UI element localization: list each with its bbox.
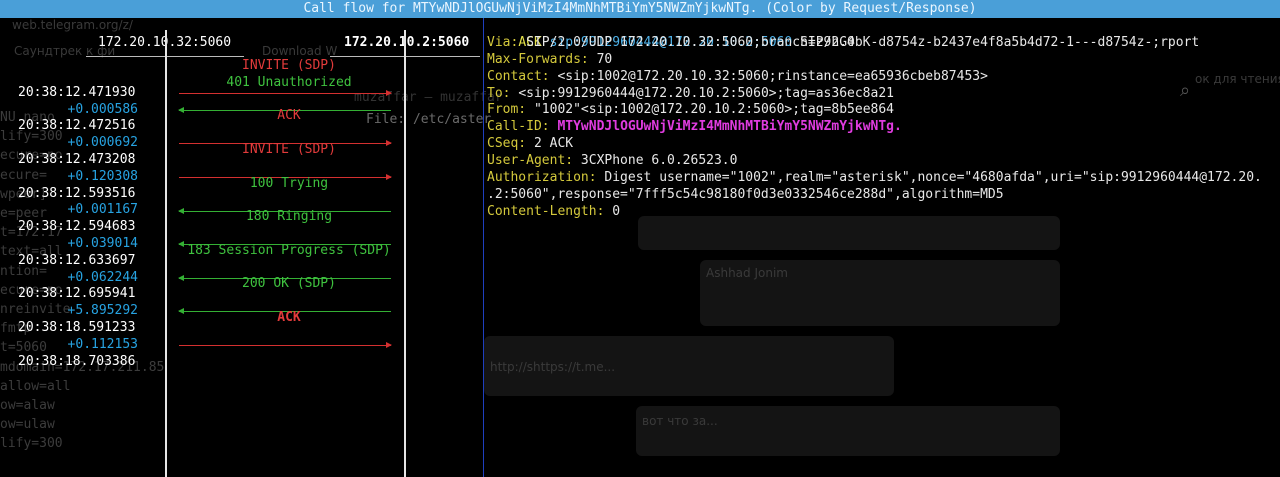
timestamp: 20:38:12.473208 (18, 152, 136, 167)
bg-config-line: ow=ulaw (0, 417, 55, 433)
header-value: 0 (612, 203, 621, 219)
bg-bookmark: Download W (262, 44, 338, 58)
header-value: Digest username="1002",realm="asterisk",… (604, 170, 1262, 186)
timestamp: 20:38:18.591233 (18, 320, 136, 335)
lifeline-left (165, 30, 167, 477)
bg-config-line: ow=alaw (0, 398, 55, 413)
sip-header: Content-Length: 0 (487, 204, 1277, 221)
sip-header: Via: SIP/2.0/UDP 172.20.10.32:5060;branc… (487, 35, 1277, 52)
start-line: ACK sip:9912960444@172.20.10.2:5060 SIP/… (487, 18, 1277, 50)
header-name: Max-Forwards: (487, 51, 589, 67)
sip-header: To: <sip:9912960444@172.20.10.2:5060>;ta… (487, 86, 1277, 103)
request-label[interactable]: ACK (170, 310, 408, 325)
header-value: "1002"<sip:1002@172.20.10.2:5060>;tag=8b… (533, 102, 894, 118)
sip-header: Call-ID: MTYwNDJlOGUwNjViMzI4MmNhMTBiYmY… (487, 119, 1277, 136)
header-name: To: (487, 85, 511, 101)
header-name: Content-Length: (487, 203, 605, 219)
timestamp: 20:38:12.594683 (18, 219, 136, 235)
pane-divider (483, 18, 484, 477)
sip-header: CSeq: 2 ACK (487, 136, 1277, 153)
timestamp: 20:38:12.593516 (18, 185, 136, 201)
timestamp: 20:38:12.695941 (18, 286, 136, 302)
sip-headers: Via: SIP/2.0/UDP 172.20.10.32:5060;branc… (487, 35, 1277, 221)
time-delta: +0.000692 (67, 135, 138, 151)
arrow-right (179, 90, 392, 96)
arrow-right (179, 342, 392, 348)
time-delta: +0.062244 (67, 269, 138, 285)
bg-chat-text: вот что за... (642, 414, 718, 428)
time-delta: +5.895292 (67, 303, 138, 319)
header-name: From: (487, 102, 527, 118)
bg-config-line: lify=300 (0, 436, 63, 452)
header-name: Call-ID: (487, 119, 550, 135)
window-title: Call flow for MTYwNDJlOGUwNjViMzI4MmNhMT… (0, 0, 1280, 18)
time-delta: +0.001167 (67, 202, 138, 218)
header-name: Authorization: (487, 170, 597, 186)
header-name: Via: (487, 34, 519, 50)
bg-chat-link: http://shttps://t.me... (490, 360, 616, 374)
time-delta: +0.039014 (67, 236, 138, 251)
sip-header: .2:5060",response="7fff5c54c98180f0d3e03… (487, 187, 1277, 204)
sip-message-detail: ACK sip:9912960444@172.20.10.2:5060 SIP/… (487, 18, 1277, 221)
header-value: .2:5060",response="7fff5c54c98180f0d3e03… (487, 186, 1004, 202)
response-label[interactable]: 200 OK (SDP) (170, 276, 408, 291)
bg-config-line: allow=all (0, 378, 71, 394)
header-value: 70 (596, 51, 613, 67)
header-value: 3CXPhone 6.0.26523.0 (580, 153, 738, 169)
sip-header: Authorization: Digest username="1002",re… (487, 170, 1277, 187)
sip-header: User-Agent: 3CXPhone 6.0.26523.0 (487, 153, 1277, 170)
sip-header: From: "1002"<sip:1002@172.20.10.2:5060>;… (487, 102, 1277, 119)
bg-url: web.telegram.org/z/ (12, 18, 133, 32)
timestamp: 20:38:12.472516 (18, 118, 136, 134)
timestamp: 20:38:12.471930 (18, 84, 136, 100)
bg-chat-bubble (638, 216, 1060, 250)
request-label[interactable]: INVITE (SDP) (170, 58, 408, 73)
timestamp: 20:38:12.633697 (18, 252, 136, 268)
host-right: 172.20.10.2:5060 (344, 35, 470, 50)
sip-header: Contact: <sip:1002@172.20.10.32:5060;rin… (487, 69, 1277, 86)
response-label[interactable]: 100 Trying (170, 176, 408, 191)
request-label[interactable]: INVITE (SDP) (170, 142, 408, 157)
time-delta: +0.112153 (67, 336, 138, 352)
timestamp: 20:38:18.703386 (18, 353, 136, 369)
response-label[interactable]: 183 Session Progress (SDP) (170, 243, 408, 258)
header-value: <sip:1002@172.20.10.32:5060;rinstance=ea… (557, 68, 988, 84)
header-value: SIP/2.0/UDP 172.20.10.32:5060;branch=z9h… (526, 34, 1200, 50)
time-delta: +0.000586 (67, 101, 138, 117)
header-value: 2 ACK (533, 136, 574, 152)
header-name: User-Agent: (487, 153, 574, 169)
request-label[interactable]: ACK (170, 108, 408, 123)
sip-header: Max-Forwards: 70 (487, 52, 1277, 69)
bg-chat-title: Ashhad Jonim (706, 266, 788, 280)
response-label[interactable]: 180 Ringing (170, 209, 408, 224)
header-name: Contact: (487, 68, 550, 84)
header-value: <sip:9912960444@172.20.10.2:5060>;tag=as… (518, 85, 894, 101)
time-delta: +0.120308 (67, 168, 138, 184)
header-name: CSeq: (487, 136, 527, 152)
response-label[interactable]: 401 Unauthorized (170, 75, 408, 90)
header-value: MTYwNDJlOGUwNjViMzI4MmNhMTBiYmY5NWZmYjkw… (557, 119, 902, 135)
